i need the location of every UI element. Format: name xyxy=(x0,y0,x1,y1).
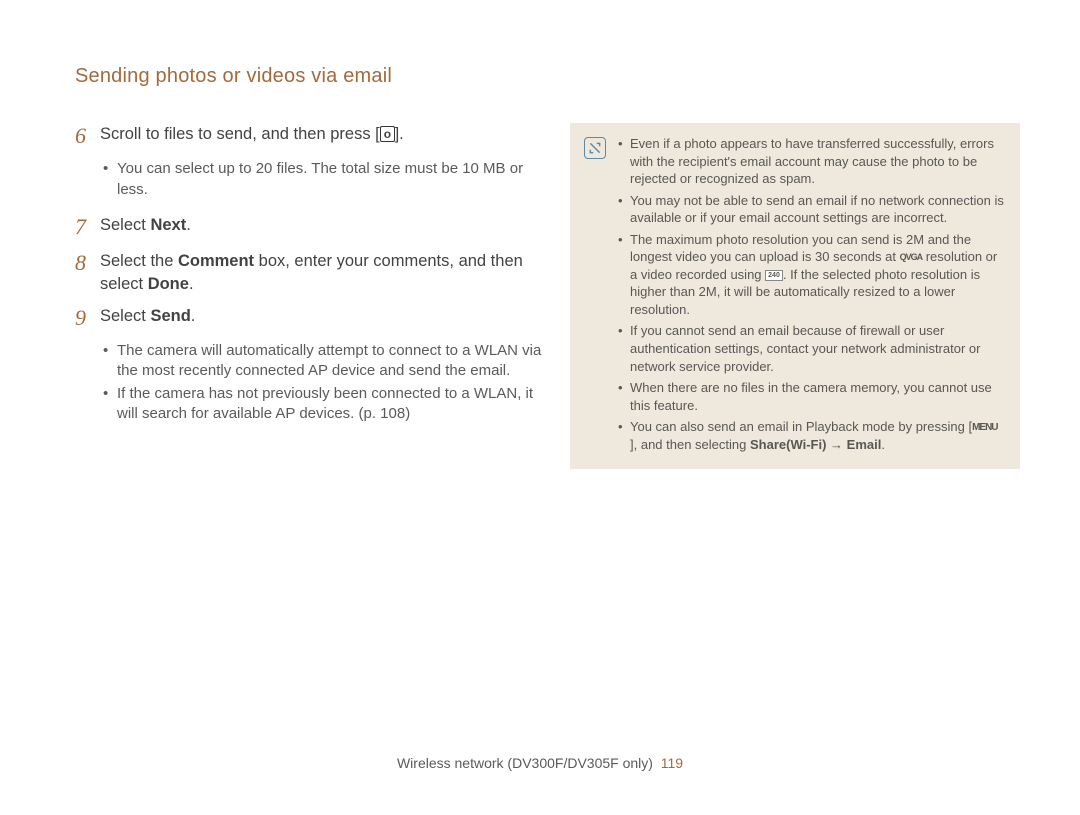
note-item: If you cannot send an email because of f… xyxy=(618,322,1004,375)
text: . xyxy=(191,307,196,325)
step-number: 9 xyxy=(75,305,100,331)
step-text: Select Send. xyxy=(100,305,195,331)
text: ], and then selecting xyxy=(630,437,750,452)
240-icon: 240 xyxy=(765,270,783,281)
text: Select the xyxy=(100,252,178,270)
bold-text: Send xyxy=(150,307,190,325)
step-8: 8 Select the Comment box, enter your com… xyxy=(75,250,545,295)
note-list: Even if a photo appears to have transfer… xyxy=(618,135,1004,457)
step-6: 6 Scroll to files to send, and then pres… xyxy=(75,123,545,149)
bold-text: Done xyxy=(148,275,189,293)
step-7: 7 Select Next. xyxy=(75,214,545,240)
page-number: 119 xyxy=(661,755,683,771)
list-item: You can select up to 20 files. The total… xyxy=(103,159,545,200)
note-item: Even if a photo appears to have transfer… xyxy=(618,135,1004,188)
right-column: Even if a photo appears to have transfer… xyxy=(570,123,1020,469)
step-number: 7 xyxy=(75,214,100,240)
page-header: Sending photos or videos via email xyxy=(75,65,1020,88)
step-number: 8 xyxy=(75,250,100,295)
step-number: 6 xyxy=(75,123,100,149)
text: You can also send an email in Playback m… xyxy=(630,419,972,434)
bold-text: Email xyxy=(847,437,882,452)
text: . xyxy=(189,275,194,293)
page-footer: Wireless network (DV300F/DV305F only) 11… xyxy=(0,755,1080,771)
bold-text: Next xyxy=(150,216,186,234)
step-text: Select the Comment box, enter your comme… xyxy=(100,250,545,295)
bold-text: Share(Wi-Fi) xyxy=(750,437,826,452)
text: . xyxy=(881,437,885,452)
qvga-icon: QVGA xyxy=(900,253,923,262)
step-text: Scroll to files to send, and then press … xyxy=(100,123,404,149)
text: . xyxy=(186,216,191,234)
list-item: If the camera has not previously been co… xyxy=(103,384,545,425)
note-item: The maximum photo resolution you can sen… xyxy=(618,231,1004,319)
list-item: The camera will automatically attempt to… xyxy=(103,341,545,382)
bold-text: Comment xyxy=(178,252,254,270)
text: → xyxy=(826,437,846,452)
text: Select xyxy=(100,216,150,234)
step-9: 9 Select Send. xyxy=(75,305,545,331)
step-9-sublist: The camera will automatically attempt to… xyxy=(103,341,545,424)
note-item: You can also send an email in Playback m… xyxy=(618,418,1004,453)
footer-text: Wireless network (DV300F/DV305F only) xyxy=(397,755,653,771)
step-6-sublist: You can select up to 20 files. The total… xyxy=(103,159,545,200)
note-item: You may not be able to send an email if … xyxy=(618,192,1004,227)
note-box: Even if a photo appears to have transfer… xyxy=(570,123,1020,469)
step-text: Select Next. xyxy=(100,214,191,240)
left-column: 6 Scroll to files to send, and then pres… xyxy=(75,123,545,469)
menu-icon: MENU xyxy=(972,423,997,433)
text: ]. xyxy=(395,125,404,143)
note-icon xyxy=(584,137,606,159)
note-item: When there are no files in the camera me… xyxy=(618,379,1004,414)
text: Select xyxy=(100,307,150,325)
text: Scroll to files to send, and then press … xyxy=(100,125,380,143)
ok-icon: o xyxy=(380,126,395,142)
